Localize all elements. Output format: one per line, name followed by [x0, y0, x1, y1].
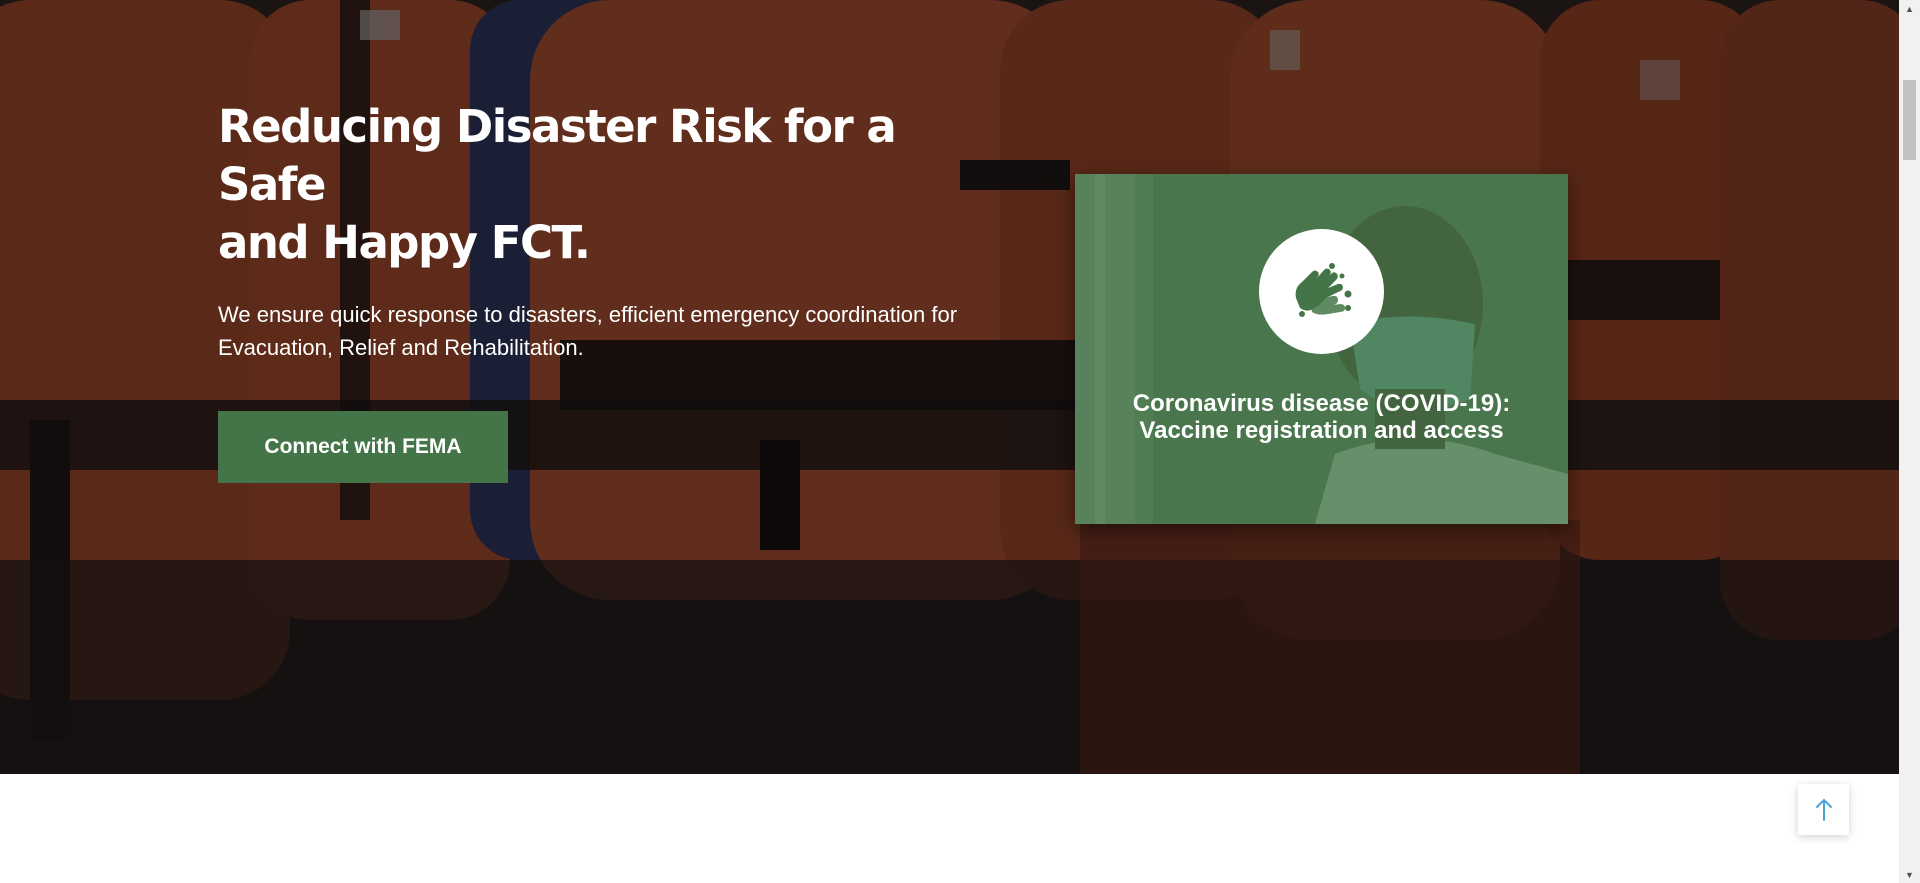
covid-vaccine-card[interactable]: Coronavirus disease (COVID-19): Vaccine … — [1075, 174, 1568, 524]
hand-washing-icon — [1295, 262, 1351, 317]
covid-icon-badge — [1259, 229, 1384, 354]
scrollbar-thumb[interactable] — [1903, 80, 1916, 160]
covid-card-line-1: Coronavirus disease (COVID-19): — [1132, 390, 1511, 417]
hero-description-line-2: Evacuation, Relief and Rehabilitation. — [218, 335, 584, 360]
covid-card-line-2: Vaccine registration and access — [1139, 417, 1504, 444]
hero-title-line-2: and Happy FCT. — [218, 216, 591, 269]
hero-section: Reducing Disaster Risk for a Safe and Ha… — [0, 0, 1899, 774]
page: Reducing Disaster Risk for a Safe and Ha… — [0, 0, 1920, 883]
arrow-up-icon — [1815, 798, 1832, 821]
vertical-scrollbar[interactable]: ▲ ▼ — [1899, 0, 1920, 883]
covid-card-text: Coronavirus disease (COVID-19): Vaccine … — [1075, 390, 1568, 444]
connect-with-fema-button[interactable]: Connect with FEMA — [218, 411, 508, 483]
hero-title: Reducing Disaster Risk for a Safe and Ha… — [218, 98, 978, 272]
hero-title-line-1: Reducing Disaster Risk for a Safe — [218, 100, 897, 211]
scroll-up-arrow-icon[interactable]: ▲ — [1899, 0, 1920, 17]
hero-description-line-1: We ensure quick response to disasters, e… — [218, 302, 958, 327]
hero-description: We ensure quick response to disasters, e… — [218, 298, 958, 364]
scroll-down-arrow-icon[interactable]: ▼ — [1899, 866, 1920, 883]
hero-content: Reducing Disaster Risk for a Safe and Ha… — [218, 98, 978, 483]
back-to-top-button[interactable] — [1798, 784, 1849, 835]
